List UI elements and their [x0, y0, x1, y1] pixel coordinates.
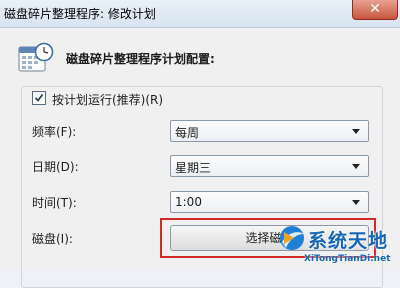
- schedule-config-heading: 磁盘碎片整理程序计划配置:: [66, 52, 215, 66]
- checkmark-icon: [34, 94, 44, 102]
- chevron-down-icon: [352, 164, 360, 169]
- time-label: 时间(T):: [32, 196, 77, 210]
- disks-label: 磁盘(I):: [32, 232, 73, 246]
- time-dropdown[interactable]: 1:00: [170, 191, 369, 213]
- run-on-schedule-checkbox[interactable]: [32, 91, 46, 105]
- close-icon: ✕: [369, 1, 381, 17]
- window-title: 磁盘碎片整理程序: 修改计划: [4, 7, 156, 21]
- frequency-label: 频率(F):: [32, 125, 77, 139]
- frequency-dropdown[interactable]: 每周: [170, 120, 369, 142]
- title-bar: 磁盘碎片整理程序: 修改计划 ✕: [0, 0, 400, 28]
- chevron-down-icon: [352, 129, 360, 134]
- day-value: 星期三: [175, 161, 212, 175]
- time-value: 1:00: [175, 195, 202, 209]
- frequency-value: 每周: [175, 126, 200, 140]
- day-dropdown[interactable]: 星期三: [170, 155, 369, 177]
- dialog-body: 磁盘碎片整理程序计划配置: 按计划运行(推荐)(R) 频率(F): 每周 日期(…: [0, 28, 400, 288]
- chevron-down-icon: [352, 200, 360, 205]
- run-on-schedule-label: 按计划运行(推荐)(R): [52, 93, 164, 107]
- watermark-logo-icon: [278, 224, 306, 255]
- calendar-clock-icon: [18, 42, 56, 79]
- close-button[interactable]: ✕: [352, 0, 398, 20]
- day-label: 日期(D):: [32, 160, 79, 174]
- watermark-title: 系统天地: [308, 230, 389, 252]
- watermark-url: XiTongTianDi.net: [304, 254, 391, 264]
